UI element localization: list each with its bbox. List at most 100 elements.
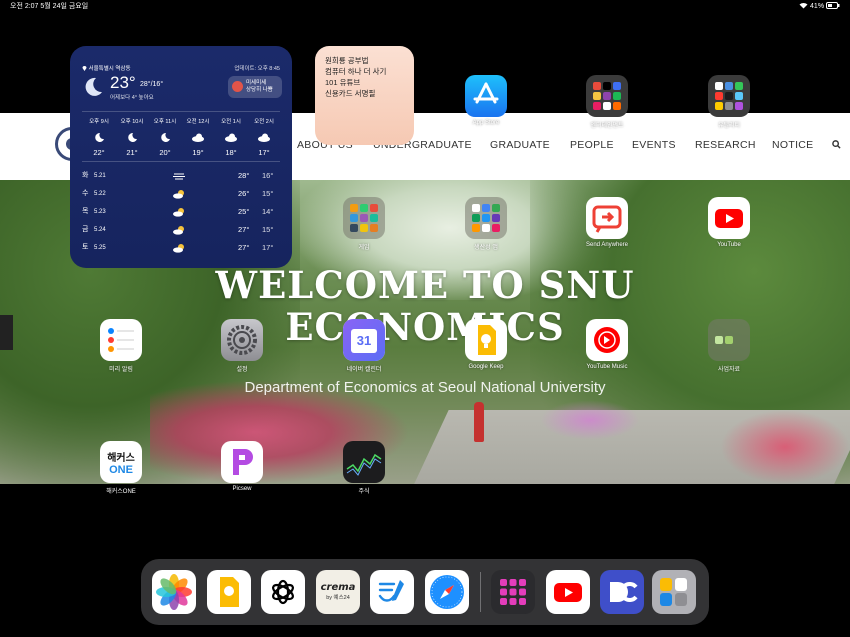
person-figure (474, 402, 484, 442)
nav-people[interactable]: PEOPLE (570, 139, 632, 151)
dock: crema by 예스24 (141, 559, 709, 625)
youtube-music-icon (586, 319, 628, 361)
lightbulb-icon (220, 577, 239, 607)
lightbulb-icon (465, 319, 507, 361)
photos-app[interactable] (152, 570, 196, 614)
app-label: YouTube (717, 242, 741, 248)
day-row: 화 5.21 28° 16° (82, 171, 274, 180)
note-line: 원희룡 공부법 (325, 56, 369, 65)
freeform-app[interactable] (370, 570, 414, 614)
day-row: 토 5.25 27° 17° (82, 243, 274, 253)
compass-icon (430, 575, 464, 609)
temp-hi-lo: 28°/16° (140, 81, 164, 88)
note-line: 101 유튜브 (325, 78, 361, 87)
reminders-icon (100, 319, 142, 361)
dc-app[interactable] (600, 570, 644, 614)
youtube-music-app[interactable]: YouTube Music (577, 319, 637, 370)
recent-apps-folder[interactable] (652, 570, 696, 614)
folder-icon (465, 197, 507, 239)
openai-icon (272, 579, 294, 605)
folder-icon (660, 578, 687, 606)
app-store-app[interactable]: App Store (456, 75, 516, 126)
hackers-one-app[interactable]: 해커스 ONE 해커스ONE (91, 441, 151, 495)
crema-sub: by 예스24 (326, 595, 350, 601)
app-label: 사업자료 (717, 367, 741, 373)
moon-icon (95, 132, 104, 142)
battery-icon (826, 2, 840, 9)
weather-location-text: 서울특별시 역삼동 (88, 66, 131, 72)
productivity-folder[interactable]: 생산성 앱 (456, 197, 516, 251)
folder-icon (708, 75, 750, 117)
picsew-icon (221, 441, 263, 483)
app-label: 유틸리티 (717, 123, 741, 129)
partly-sunny-icon (173, 244, 184, 253)
hackers-logo-line1: 해커스 (107, 453, 135, 464)
nav-events[interactable]: EVENTS (632, 139, 695, 151)
weather-widget[interactable]: 서울특별시 역삼동 업데이트: 오후 8:45 23° 28°/16° 어제보다… (70, 46, 292, 268)
send-anywhere-icon (586, 197, 628, 239)
notes-widget[interactable]: 원희룡 공부법 컴퓨터 하나 더 사기 101 유튜브 신용카드 서명필 (315, 46, 414, 145)
google-keep-dock-app[interactable] (207, 570, 251, 614)
entertainment-folder[interactable]: 엔터테인먼트 (577, 75, 637, 129)
hour-item: 오후 10시 21° (120, 119, 144, 157)
folder-icon (708, 319, 750, 361)
air-quality-face-icon (232, 81, 243, 92)
hour-item: 오전 12시 19° (186, 119, 210, 157)
reference-folder[interactable]: 사업자료 (699, 319, 759, 373)
app-label: 미리 알림 (109, 367, 133, 373)
reminders-app[interactable]: 미리 알림 (91, 319, 151, 373)
nav-notice[interactable]: NOTICE (772, 139, 813, 151)
air-quality-status: 상당히 나쁨 (246, 87, 273, 93)
app-label: 네이버 캘린더 (346, 367, 382, 373)
day-row: 금 5.24 27° 15° (82, 225, 274, 235)
app-label: Google Keep (468, 364, 504, 370)
google-keep-app[interactable]: Google Keep (456, 319, 516, 370)
freeform-icon (378, 580, 404, 602)
cloud-night-icon (258, 133, 270, 142)
send-anywhere-app[interactable]: Send Anywhere (577, 197, 637, 248)
battery-status: 41% (799, 0, 840, 14)
weather-updated: 업데이트: 오후 8:45 (234, 66, 280, 72)
youtube-app[interactable]: YouTube (699, 197, 759, 248)
moon-icon (128, 132, 137, 142)
hero-subtitle: Department of Economics at Seoul Nationa… (244, 379, 606, 396)
calendar-day: 31 (356, 333, 372, 348)
app-label: 엔터테인먼트 (590, 123, 624, 129)
naver-calendar-app[interactable]: 31 네이버 캘린더 (334, 319, 394, 373)
moon-icon (85, 77, 102, 96)
moon-icon (161, 132, 170, 142)
hour-item: 오후 9시 22° (89, 119, 109, 157)
app-label: 생산성 앱 (474, 245, 498, 251)
partly-sunny-icon (173, 190, 184, 199)
nav-research[interactable]: RESEARCH (695, 139, 772, 151)
current-temp: 23° (110, 73, 136, 92)
nav-graduate[interactable]: GRADUATE (490, 139, 570, 151)
app-label: 게임 (358, 245, 370, 251)
note-line: 신용카드 서명필 (325, 89, 376, 98)
calendar-icon: 31 (343, 319, 385, 361)
youtube-dock-app[interactable] (546, 570, 590, 614)
chatgpt-app[interactable] (261, 570, 305, 614)
battery-percent: 41% (810, 3, 825, 10)
youtube-icon (708, 197, 750, 239)
games-folder[interactable]: 게임 (334, 197, 394, 251)
utility-folder[interactable]: 유틸리티 (699, 75, 759, 129)
picsew-app[interactable]: Picsew (212, 441, 272, 492)
hour-item: 오전 2시 17° (254, 119, 274, 157)
search-icon[interactable] (832, 140, 841, 149)
cloud-night-icon (192, 133, 204, 142)
status-time-date: 오전 2:07 5월 24일 금요일 (10, 3, 89, 10)
wifi-icon (799, 2, 808, 9)
fog-icon (173, 173, 185, 180)
crema-app[interactable]: crema by 예스24 (316, 570, 360, 614)
side-scroll-tab[interactable] (0, 315, 13, 350)
folder-icon (343, 197, 385, 239)
safari-app[interactable] (425, 570, 469, 614)
hackers-logo-line2: ONE (109, 464, 133, 476)
youtube-icon (554, 583, 582, 602)
settings-app[interactable]: 설정 (212, 319, 272, 373)
photos-icon (156, 574, 192, 610)
partly-sunny-icon (173, 208, 184, 217)
stocks-app[interactable]: 주식 (334, 441, 394, 495)
shortcuts-app[interactable] (491, 570, 535, 614)
